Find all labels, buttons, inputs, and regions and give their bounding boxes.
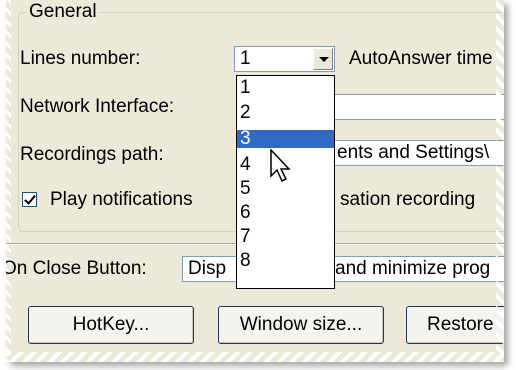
group-title: General [26, 2, 100, 22]
dropdown-option[interactable]: 7 [237, 227, 334, 246]
network-interface-field[interactable] [326, 94, 504, 120]
on-close-button-label: On Close Button: [6, 258, 147, 279]
network-interface-label: Network Interface: [20, 96, 175, 117]
on-close-value-start: Disp [188, 258, 227, 279]
recordings-path-field[interactable]: ents and Settings\ [326, 140, 504, 166]
window-size-button[interactable]: Window size... [218, 306, 384, 344]
dropdown-option[interactable]: 1 [237, 78, 334, 97]
dropdown-option[interactable]: 8 [237, 251, 334, 270]
dropdown-option[interactable]: 2 [237, 103, 334, 122]
lines-number-label: Lines number: [20, 48, 141, 69]
hotkey-button[interactable]: HotKey... [28, 306, 194, 344]
on-close-combobox[interactable]: Disp and minimize prog [182, 256, 504, 282]
settings-panel: General Lines number: 1 AutoAnswer time … [6, 0, 504, 362]
torn-edge-right [496, 0, 504, 362]
chevron-down-icon[interactable] [313, 48, 333, 70]
autoanswer-label: AutoAnswer time [349, 48, 493, 69]
dropdown-option-selected[interactable]: 3 [237, 129, 334, 148]
restore-button[interactable]: Restore [406, 306, 504, 344]
recordings-path-value: ents and Settings\ [337, 142, 490, 163]
torn-edge-bottom [6, 352, 504, 362]
lines-number-value: 1 [240, 48, 251, 69]
play-notifications-checkbox[interactable] [22, 192, 37, 207]
mouse-pointer-icon [270, 149, 291, 183]
dropdown-option[interactable]: 6 [237, 203, 334, 222]
recordings-path-label: Recordings path: [20, 144, 164, 165]
lines-number-combobox[interactable]: 1 [234, 46, 335, 72]
play-notifications-label: Play notifications [50, 189, 193, 210]
conversation-recording-label: sation recording [340, 189, 476, 210]
torn-edge-left [6, 0, 11, 362]
on-close-value-end: and minimize prog [335, 258, 491, 279]
